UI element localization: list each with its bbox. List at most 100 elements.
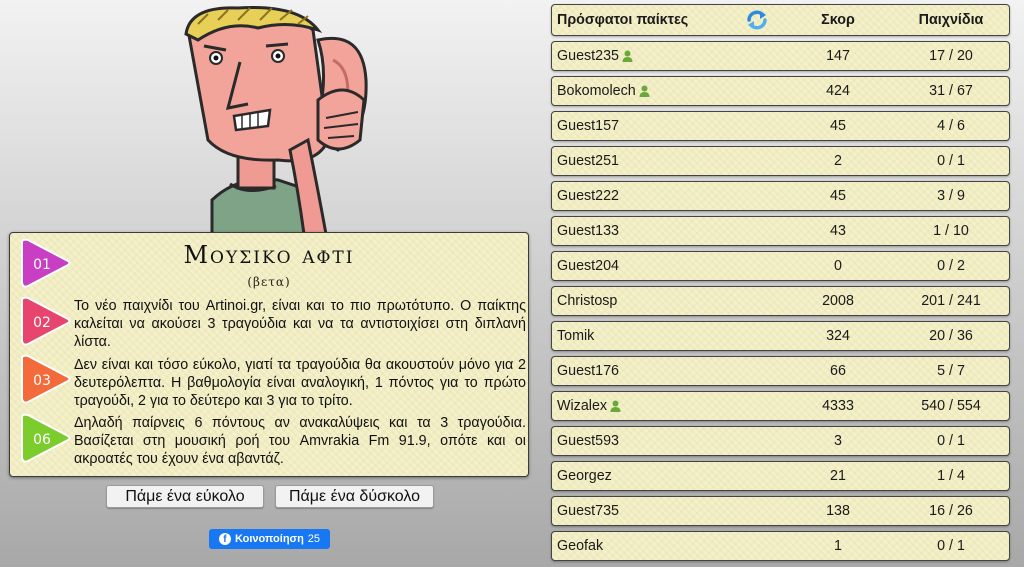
player-name-text: Georgez bbox=[557, 468, 612, 484]
header-games: Παιχνίδια bbox=[918, 12, 984, 28]
step-badge-01: 01 bbox=[18, 237, 72, 289]
player-games: 20 / 36 bbox=[929, 328, 973, 344]
player-games: 0 / 1 bbox=[937, 153, 965, 169]
player-name: Tomik bbox=[557, 322, 594, 350]
player-name: Guest204 bbox=[557, 252, 619, 280]
player-name: Wizalex bbox=[557, 392, 621, 420]
player-score: 4333 bbox=[822, 398, 854, 414]
player-games: 16 / 26 bbox=[929, 503, 973, 519]
player-name-text: Guest735 bbox=[557, 503, 619, 519]
player-name: Geofak bbox=[557, 532, 603, 560]
step-text-02: Το νέο παιχνίδι του Artinoi.gr, είναι κα… bbox=[74, 298, 526, 350]
player-name: Guest593 bbox=[557, 427, 619, 455]
leaderboard-row[interactable]: Geofak 1 0 / 1 bbox=[551, 531, 1010, 561]
player-games: 0 / 1 bbox=[937, 538, 965, 554]
player-score: 3 bbox=[834, 433, 842, 449]
player-name-text: Geofak bbox=[557, 538, 604, 554]
player-score: 424 bbox=[826, 83, 850, 99]
player-name-text: Tomik bbox=[557, 328, 595, 344]
player-name-text: Guest157 bbox=[557, 118, 619, 134]
player-games: 201 / 241 bbox=[921, 293, 981, 309]
player-score: 21 bbox=[830, 468, 846, 484]
leaderboard-row[interactable]: Guest735 138 16 / 26 bbox=[551, 496, 1010, 526]
easy-game-button[interactable]: Πάμε ένα εύκολο bbox=[106, 485, 264, 508]
step-badge-label: 03 bbox=[33, 373, 51, 389]
step-badge-02: 02 bbox=[18, 295, 72, 347]
player-games: 17 / 20 bbox=[929, 48, 973, 64]
player-score: 66 bbox=[830, 363, 846, 379]
step-text-03: Δεν είναι και τόσο εύκολο, γιατί τα τραγ… bbox=[74, 357, 526, 409]
hard-game-button[interactable]: Πάμε ένα δύσκολο bbox=[275, 485, 434, 508]
game-subtitle: (βετα) bbox=[247, 275, 291, 289]
player-games: 540 / 554 bbox=[921, 398, 981, 414]
player-games: 3 / 9 bbox=[937, 188, 965, 204]
player-name: Bokomolech bbox=[557, 77, 650, 105]
leaderboard-row[interactable]: Tomik 324 20 / 36 bbox=[551, 321, 1010, 351]
leaderboard-row[interactable]: Christosp 2008 201 / 241 bbox=[551, 286, 1010, 316]
player-name: Guest176 bbox=[557, 357, 619, 385]
step-text-06: Δηλαδή παίρνεις 6 πόντους αν ανακαλύψεις… bbox=[74, 415, 526, 467]
player-games: 31 / 67 bbox=[929, 83, 973, 99]
listening-character-illustration bbox=[184, 6, 368, 234]
step-badge-03: 03 bbox=[18, 353, 72, 405]
leaderboard-row[interactable]: Guest251 2 0 / 1 bbox=[551, 146, 1010, 176]
leaderboard-row[interactable]: Guest157 45 4 / 6 bbox=[551, 111, 1010, 141]
registered-user-icon bbox=[610, 400, 621, 412]
step-badge-06: 06 bbox=[18, 412, 72, 464]
header-score: Σκορ bbox=[821, 12, 855, 28]
step-badge-label: 02 bbox=[33, 315, 51, 331]
player-games: 4 / 6 bbox=[937, 118, 965, 134]
player-name-text: Bokomolech bbox=[557, 83, 636, 99]
player-games: 5 / 7 bbox=[937, 363, 965, 379]
leaderboard-row[interactable]: Guest235 147 17 / 20 bbox=[551, 41, 1010, 71]
player-name-text: Guest176 bbox=[557, 363, 619, 379]
game-title: Μουσικο αφτι bbox=[183, 241, 355, 269]
player-name-text: Guest204 bbox=[557, 258, 619, 274]
player-name: Guest133 bbox=[557, 217, 619, 245]
player-score: 45 bbox=[830, 118, 846, 134]
leaderboard-row[interactable]: Georgez 21 1 / 4 bbox=[551, 461, 1010, 491]
leaderboard-row[interactable]: Guest593 3 0 / 1 bbox=[551, 426, 1010, 456]
player-name: Guest222 bbox=[557, 182, 619, 210]
player-name: Guest235 bbox=[557, 42, 633, 70]
player-score: 0 bbox=[834, 258, 842, 274]
player-name: Guest157 bbox=[557, 112, 619, 140]
player-name: Christosp bbox=[557, 287, 617, 315]
player-name-text: Wizalex bbox=[557, 398, 608, 414]
player-name: Georgez bbox=[557, 462, 612, 490]
player-score: 147 bbox=[826, 48, 850, 64]
player-score: 45 bbox=[830, 188, 846, 204]
player-name-text: Christosp bbox=[557, 293, 618, 309]
refresh-icon[interactable] bbox=[745, 9, 769, 31]
player-name: Guest735 bbox=[557, 497, 619, 525]
step-badge-label: 01 bbox=[33, 257, 51, 273]
facebook-share-button[interactable]: f Κοινοποίηση 25 bbox=[209, 529, 330, 549]
leaderboard-row[interactable]: Wizalex 4333 540 / 554 bbox=[551, 391, 1010, 421]
share-label: Κοινοποίηση bbox=[234, 533, 304, 545]
registered-user-icon bbox=[639, 85, 650, 97]
player-name-text: Guest251 bbox=[557, 153, 619, 169]
share-count: 25 bbox=[307, 533, 321, 545]
leaderboard-row[interactable]: Bokomolech 424 31 / 67 bbox=[551, 76, 1010, 106]
leaderboard-row[interactable]: Guest176 66 5 / 7 bbox=[551, 356, 1010, 386]
header-player: Πρόσφατοι παίκτες bbox=[557, 12, 689, 28]
leaderboard-row[interactable]: Guest222 45 3 / 9 bbox=[551, 181, 1010, 211]
leaderboard-header: Πρόσφατοι παίκτες Σκορ Παιχνίδια bbox=[551, 4, 1010, 36]
player-name-text: Guest222 bbox=[557, 188, 619, 204]
facebook-icon: f bbox=[218, 533, 231, 545]
player-score: 2008 bbox=[822, 293, 854, 309]
player-name-text: Guest133 bbox=[557, 223, 619, 239]
player-score: 2 bbox=[834, 153, 842, 169]
player-name: Guest251 bbox=[557, 147, 619, 175]
player-score: 1 bbox=[834, 538, 842, 554]
player-games: 1 / 10 bbox=[933, 223, 969, 239]
player-games: 1 / 4 bbox=[937, 468, 965, 484]
player-name-text: Guest235 bbox=[557, 48, 619, 64]
player-games: 0 / 1 bbox=[937, 433, 965, 449]
leaderboard-row[interactable]: Guest133 43 1 / 10 bbox=[551, 216, 1010, 246]
leaderboard-row[interactable]: Guest204 0 0 / 2 bbox=[551, 251, 1010, 281]
player-score: 138 bbox=[826, 503, 850, 519]
game-info-card: Μουσικο αφτι (βετα) 01 02 Το νέο παιχνίδ… bbox=[9, 232, 529, 477]
player-games: 0 / 2 bbox=[937, 258, 965, 274]
player-score: 324 bbox=[826, 328, 850, 344]
